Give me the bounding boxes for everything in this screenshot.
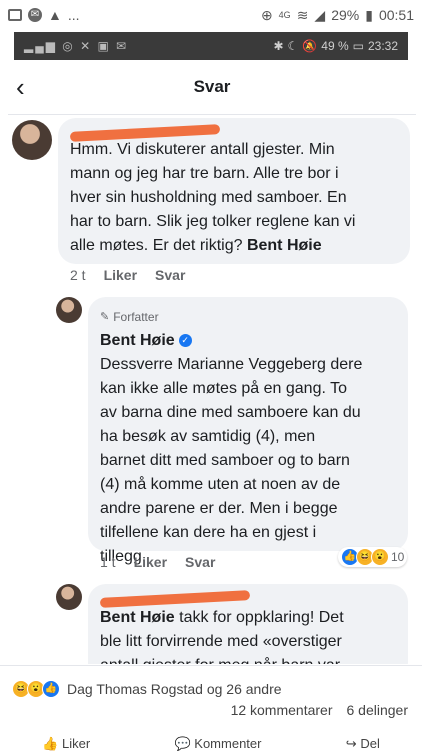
comment-actions-1: 2 t Liker Svar (70, 267, 185, 283)
signal-icons: ▂▄▆ ◎ ✕ ▣ ✉ (24, 39, 129, 53)
comment-line: har to barn. Slik jeg tolker reglene kan… (70, 213, 356, 230)
comment-line: andre parene er der. Men i begge (100, 500, 338, 517)
author-name[interactable]: Bent Høie (100, 332, 175, 349)
inner-system-icons: ✱ ☾ 🔕 49 % ▭ 23:32 (273, 39, 398, 53)
messenger-icon: ✉ (28, 8, 42, 22)
author-badge: ✎ Forfatter (100, 305, 396, 329)
comment-bubble-1: Hmm. Vi diskuterer antall gjester. Min m… (58, 118, 410, 264)
system-icons: ⊕ 4G ≋ ◢ 29% ▮ 00:51 (261, 7, 414, 24)
more-icon: ... (67, 7, 80, 23)
like-button[interactable]: Liker (104, 267, 137, 283)
author-name-row: Bent Høie ✓ (100, 329, 396, 353)
comment-line: alle møtes. Er det riktig? Bent Høie (70, 234, 398, 258)
verified-icon: ✓ (178, 334, 192, 348)
data-saver-icon: ⊕ (260, 6, 273, 23)
moon-icon: ☾ (287, 39, 299, 53)
clock: 00:51 (378, 7, 414, 23)
network-label: 4G (278, 10, 291, 20)
comment-bubble-3: Bent Høie takk for oppklaring! Det ble l… (88, 584, 408, 664)
comment-line: kan ikke alle møtes på en gang. To (100, 380, 347, 397)
comment-line: Hmm. Vi diskuterer antall gjester. Min (70, 141, 335, 158)
comment-line: Bent Høie takk for oppklaring! Det (100, 606, 396, 630)
comment-line: ble litt forvirrende med «overstiger (100, 633, 342, 650)
author-badge-label: Forfatter (113, 310, 159, 324)
comment-line: Dessverre Marianne Veggeberg dere (100, 356, 363, 373)
reactors-row[interactable]: 😆 😮 👍 Dag Thomas Rogstad og 26 andre (12, 680, 282, 698)
comment-actions-2: 1 t Liker Svar (100, 554, 215, 570)
thumb-icon: 👍 (42, 736, 59, 751)
pencil-icon: ✎ (100, 311, 110, 323)
commenter-avatar[interactable] (12, 120, 52, 160)
mention-link[interactable]: Bent Høie (247, 237, 322, 254)
reply-button[interactable]: Svar (185, 554, 215, 570)
shares-count[interactable]: 6 delinger (347, 702, 409, 718)
share-action-label: Del (360, 736, 380, 751)
share-icon: ↪ (345, 736, 357, 751)
warning-icon: ▲ (48, 7, 62, 23)
comment-time: 2 t (70, 267, 86, 283)
comment-line: ha besøk av samtidig (4), men (100, 428, 316, 445)
comment-text: alle møtes. Er det riktig? (70, 237, 243, 254)
redacted-name (69, 124, 398, 142)
comment-line: barnet ditt med samboer og to barn (100, 452, 350, 469)
reactors-text: Dag Thomas Rogstad og 26 andre (67, 681, 282, 697)
notification-icons: ✉ ▲ ... (8, 7, 80, 23)
name-redaction (99, 590, 251, 608)
wifi-icon: ≋ (296, 6, 309, 23)
redacted-name (99, 590, 396, 608)
comment-line: (4) må komme uten at noen av de (100, 476, 341, 493)
comment-icon: 💬 (174, 736, 191, 751)
comment-line: antall gjester for meg når barn var (100, 654, 396, 664)
author-avatar[interactable] (56, 297, 82, 323)
inner-notification-icons: ▂▄▆ ◎ ✕ ▣ ✉ (24, 39, 128, 53)
outer-status-bar: ✉ ▲ ... ⊕ 4G ≋ ◢ 29% ▮ 00:51 (0, 0, 422, 30)
inner-clock: 23:32 (367, 39, 398, 53)
comment-line: mann og jeg har tre barn. Alle tre bor i (70, 165, 339, 182)
comments-count[interactable]: 12 kommentarer (231, 702, 333, 718)
commenter-avatar[interactable] (56, 584, 82, 610)
wow-reaction-icon: 😮 (371, 548, 389, 566)
reply-button[interactable]: Svar (155, 267, 185, 283)
like-button[interactable]: Liker (134, 554, 167, 570)
comment-line: av barna dine med samboere kan du (100, 404, 361, 421)
reaction-count: 10 (391, 550, 405, 564)
counts-row: 12 kommentarer 6 delinger (231, 702, 408, 718)
comment-time: 1 t (100, 554, 116, 570)
page-title: Svar (193, 77, 231, 96)
mute-icon: 🔕 (302, 39, 318, 53)
comment-action-label: Kommenter (194, 736, 262, 751)
like-action-label: Liker (61, 736, 91, 751)
reaction-summary[interactable]: 👍 😆 😮 10 (338, 547, 408, 567)
comment-line: hver sin husholdning med samboer. En (70, 189, 347, 206)
comment-bubble-2: ✎ Forfatter Bent Høie ✓ Dessverre Marianne… (88, 297, 408, 565)
bluetooth-icon: ✱ (273, 39, 284, 53)
replies-header: ‹ Svar (8, 60, 416, 115)
like-reaction-icon: 👍 (42, 680, 60, 698)
comment-text: takk for oppklaring! Det (174, 609, 344, 626)
comment-line: tilfellene kan dere ha en gjest i (100, 524, 317, 541)
inner-status-bar: ▂▄▆ ◎ ✕ ▣ ✉ ✱ ☾ 🔕 49 % ▭ 23:32 (14, 32, 408, 60)
signal-icon: ◢ (314, 6, 326, 23)
gallery-icon (8, 9, 22, 21)
post-footer: 😆 😮 👍 Dag Thomas Rogstad og 26 andre 12 … (0, 665, 422, 751)
back-arrow-icon[interactable]: ‹ (16, 72, 25, 103)
battery-icon: ▮ (365, 6, 373, 23)
inner-battery-icon: ▭ (352, 39, 364, 53)
inner-battery-percent: 49 % (321, 39, 349, 53)
mention-link[interactable]: Bent Høie (100, 609, 175, 626)
replies-card: ‹ Svar Hmm. Vi diskuterer antall gjester… (8, 60, 416, 664)
battery-percent: 29% (331, 7, 360, 23)
